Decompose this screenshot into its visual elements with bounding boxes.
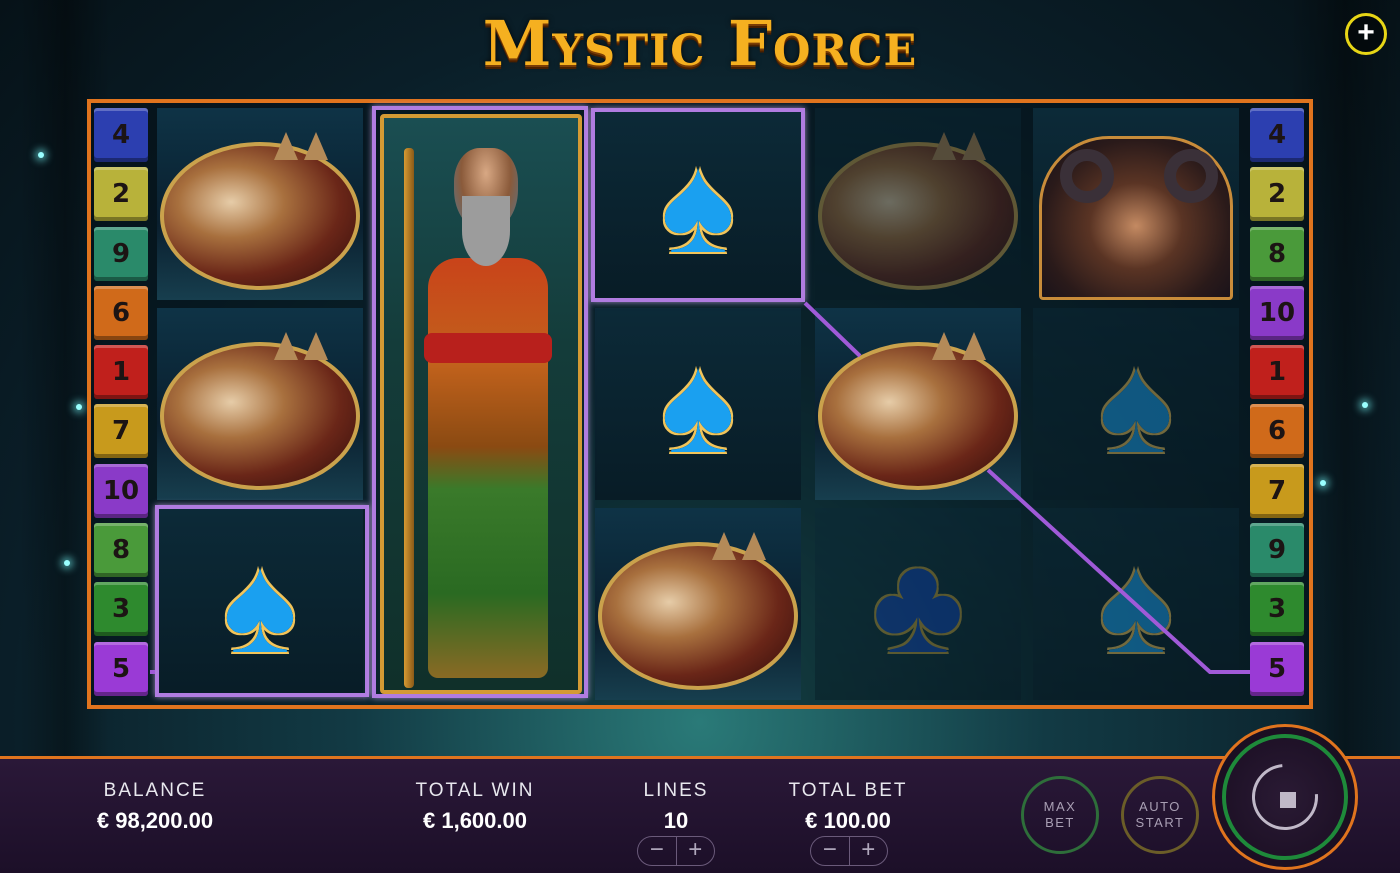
total-win-value: € 1,600.00 [423, 808, 527, 833]
lines-decrease-button[interactable]: − [638, 837, 677, 865]
bet-stepper: − + [810, 836, 888, 866]
lines-label: LINES [643, 780, 709, 801]
max-bet-label: MAX BET [1043, 799, 1077, 830]
balance-display: BALANCE € 98,200.00 [60, 780, 250, 834]
lines-stepper: − + [637, 836, 715, 866]
total-win-display: TOTAL WIN € 1,600.00 [380, 780, 570, 834]
total-bet-display: TOTAL BET € 100.00 [768, 780, 928, 834]
bet-decrease-button[interactable]: − [811, 837, 850, 865]
auto-start-button[interactable]: AUTO START [1121, 776, 1199, 854]
balance-label: BALANCE [103, 780, 207, 801]
max-bet-button[interactable]: MAX BET [1021, 776, 1099, 854]
balance-value: € 98,200.00 [96, 808, 214, 833]
bet-increase-button[interactable]: + [850, 837, 888, 865]
auto-start-label: AUTO START [1135, 799, 1185, 830]
payline-path [150, 301, 1250, 674]
total-bet-value: € 100.00 [805, 808, 891, 833]
total-bet-label: TOTAL BET [788, 780, 908, 801]
lines-increase-button[interactable]: + [677, 837, 715, 865]
total-win-label: TOTAL WIN [415, 780, 535, 801]
lines-display: LINES 10 [616, 780, 736, 834]
stop-icon [1280, 792, 1296, 808]
lines-value: 10 [663, 808, 689, 833]
spin-stop-button[interactable] [1222, 734, 1348, 860]
